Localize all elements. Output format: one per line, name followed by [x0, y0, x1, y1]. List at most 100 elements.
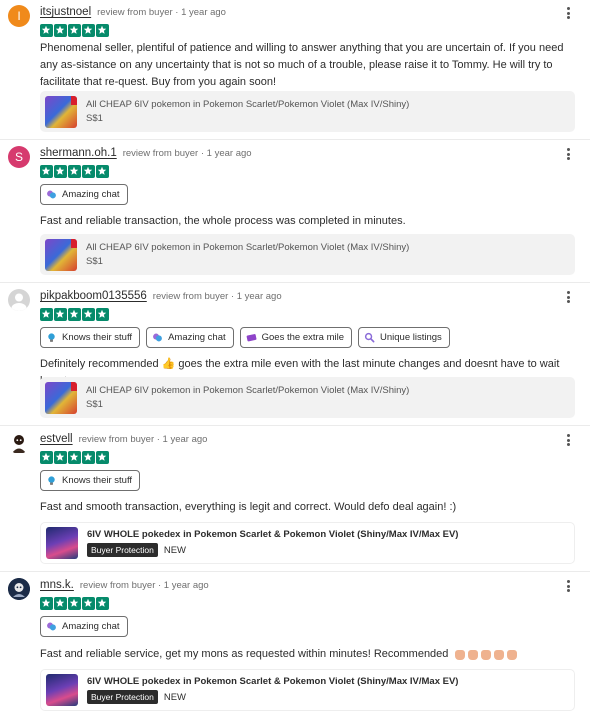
- reviewed-listing[interactable]: All CHEAP 6IV pokemon in Pokemon Scarlet…: [40, 91, 575, 132]
- lightbulb-icon: [46, 475, 57, 486]
- review-card: mns.k. review from buyer · 1 year ago Am…: [0, 573, 590, 718]
- star-icon: [54, 451, 67, 464]
- more-options-icon[interactable]: [564, 6, 572, 20]
- ticket-icon: [246, 332, 257, 343]
- chat-bubbles-icon: [152, 332, 163, 343]
- star-rating: [40, 308, 109, 321]
- star-icon: [68, 165, 81, 178]
- more-options-icon[interactable]: [564, 147, 572, 161]
- star-icon: [54, 308, 67, 321]
- review-meta: review from buyer · 1 year ago: [122, 148, 252, 159]
- review-text: Phenomenal seller, plentiful of patience…: [40, 42, 564, 88]
- chat-bubbles-icon: [46, 189, 57, 200]
- listing-thumbnail: [45, 238, 77, 271]
- listing-thumbnail: [46, 527, 78, 559]
- character-avatar-icon: [12, 435, 26, 453]
- review-meta: review from buyer · 1 year ago: [78, 434, 208, 445]
- listing-title: 6IV WHOLE pokedex in Pokemon Scarlet & P…: [87, 676, 459, 687]
- listing-thumbnail: [45, 95, 77, 128]
- tag-amazing-chat: Amazing chat: [40, 184, 128, 205]
- thumbs-up-icon: [468, 650, 479, 661]
- star-icon: [96, 451, 109, 464]
- listing-price: S$1: [86, 113, 103, 124]
- tag-amazing-chat: Amazing chat: [146, 327, 234, 348]
- review-card: estvell review from buyer · 1 year ago K…: [0, 427, 590, 572]
- star-icon: [68, 24, 81, 37]
- review-text: Fast and reliable service, get my mons a…: [40, 646, 580, 663]
- more-options-icon[interactable]: [564, 433, 572, 447]
- reviewed-listing[interactable]: All CHEAP 6IV pokemon in Pokemon Scarlet…: [40, 234, 575, 275]
- more-options-icon[interactable]: [564, 579, 572, 593]
- avatar[interactable]: I: [8, 5, 30, 27]
- reviewed-listing[interactable]: 6IV WHOLE pokedex in Pokemon Scarlet & P…: [40, 522, 575, 564]
- tag-knows-their-stuff: Knows their stuff: [40, 470, 141, 491]
- star-rating: [40, 597, 109, 610]
- reviewer-username[interactable]: shermann.oh.1: [40, 147, 117, 159]
- listing-thumbnail: [46, 674, 78, 706]
- listing-price: S$1: [86, 256, 103, 267]
- star-icon: [82, 308, 95, 321]
- avatar[interactable]: [8, 432, 30, 454]
- star-icon: [96, 165, 109, 178]
- star-icon: [40, 451, 53, 464]
- listing-price: S$1: [86, 399, 103, 410]
- tag-goes-the-extra-mile: Goes the extra mile: [239, 327, 352, 348]
- review-card: pikpakboom0135556 review from buyer · 1 …: [0, 284, 590, 426]
- listing-title: All CHEAP 6IV pokemon in Pokemon Scarlet…: [86, 242, 410, 253]
- listing-title: 6IV WHOLE pokedex in Pokemon Scarlet & P…: [87, 529, 459, 540]
- star-icon: [82, 165, 95, 178]
- thumbs-up-icon: [455, 650, 466, 661]
- star-icon: [82, 24, 95, 37]
- star-rating: [40, 165, 109, 178]
- more-options-icon[interactable]: [564, 290, 572, 304]
- avatar[interactable]: [8, 578, 30, 600]
- magnifier-icon: [364, 332, 375, 343]
- character-avatar-icon: [8, 578, 30, 600]
- review-text: Fast and reliable transaction, the whole…: [40, 215, 406, 227]
- star-icon: [82, 451, 95, 464]
- buyer-protection-badge: Buyer Protection: [87, 543, 158, 557]
- review-meta: review from buyer · 1 year ago: [97, 7, 226, 18]
- listing-title: All CHEAP 6IV pokemon in Pokemon Scarlet…: [86, 99, 410, 110]
- avatar[interactable]: [8, 289, 30, 311]
- reviewer-username[interactable]: pikpakboom0135556: [40, 290, 147, 302]
- review-card: S shermann.oh.1 review from buyer · 1 ye…: [0, 141, 590, 283]
- item-condition: NEW: [163, 691, 187, 703]
- star-icon: [96, 597, 109, 610]
- reviewer-username[interactable]: itsjustnoel: [40, 6, 91, 18]
- listing-title: All CHEAP 6IV pokemon in Pokemon Scarlet…: [86, 385, 410, 396]
- review-meta: review from buyer · 1 year ago: [152, 291, 282, 302]
- star-icon: [68, 308, 81, 321]
- reviewer-username[interactable]: estvell: [40, 433, 73, 445]
- tag-knows-their-stuff: Knows their stuff: [40, 327, 141, 348]
- buyer-protection-badge: Buyer Protection: [87, 690, 158, 704]
- star-icon: [82, 597, 95, 610]
- avatar[interactable]: S: [8, 146, 30, 168]
- star-icon: [96, 24, 109, 37]
- listing-thumbnail: [45, 381, 77, 414]
- thumbs-up-icon: [494, 650, 505, 661]
- star-icon: [96, 308, 109, 321]
- reviewed-listing[interactable]: 6IV WHOLE pokedex in Pokemon Scarlet & P…: [40, 669, 575, 711]
- reviewed-listing[interactable]: All CHEAP 6IV pokemon in Pokemon Scarlet…: [40, 377, 575, 418]
- star-icon: [40, 24, 53, 37]
- star-rating: [40, 451, 109, 464]
- star-icon: [40, 308, 53, 321]
- thumbs-up-icon: [507, 650, 518, 661]
- star-icon: [68, 597, 81, 610]
- chat-bubbles-icon: [46, 621, 57, 632]
- review-text: Fast and smooth transaction, everything …: [40, 501, 457, 513]
- thumbs-up-icon: [481, 650, 492, 661]
- review-meta: review from buyer · 1 year ago: [79, 580, 209, 591]
- star-icon: [40, 165, 53, 178]
- star-icon: [54, 597, 67, 610]
- reviewer-username[interactable]: mns.k.: [40, 579, 74, 591]
- star-rating: [40, 24, 109, 37]
- star-icon: [54, 165, 67, 178]
- review-card: I itsjustnoel review from buyer · 1 year…: [0, 0, 590, 140]
- item-condition: NEW: [163, 544, 187, 556]
- thumbs-up-emoji-row: [455, 649, 518, 661]
- default-user-icon: [11, 293, 27, 311]
- star-icon: [68, 451, 81, 464]
- lightbulb-icon: [46, 332, 57, 343]
